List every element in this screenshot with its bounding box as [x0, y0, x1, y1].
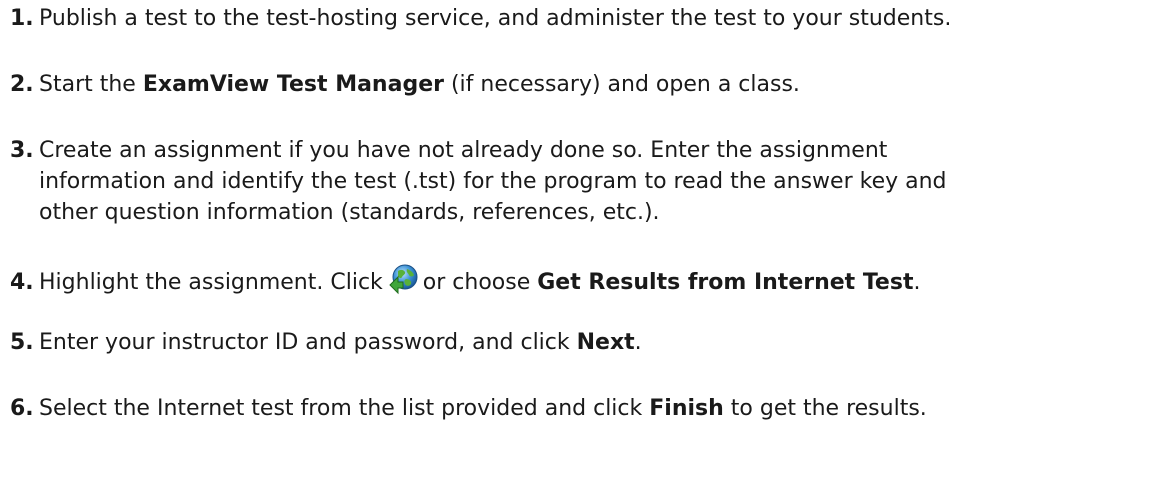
step-text: to get the results. [723, 396, 927, 421]
button-reference: Next [576, 330, 635, 355]
step-line-1: 3. Create an assignment if you have not a… [10, 135, 1155, 166]
step-text: Highlight the assignment. Click [39, 270, 383, 295]
step-line-2: information and identify the test (.tst)… [39, 169, 947, 194]
step-number: 1. [10, 6, 34, 31]
step-number: 5. [10, 330, 34, 355]
step-3: 3. Create an assignment if you have not a… [10, 135, 1155, 228]
menu-command: Get Results from Internet Test [537, 270, 914, 295]
get-internet-results-globe-icon [387, 263, 419, 295]
step-text: Create an assignment if you have not alr… [39, 138, 888, 163]
step-text: (if necessary) and open a class. [443, 72, 800, 97]
step-number: 6. [10, 396, 34, 421]
step-text: Start the [39, 72, 143, 97]
app-name: ExamView Test Manager [142, 72, 444, 97]
step-text: or choose [422, 270, 538, 295]
step-2: 2. Start the ExamView Test Manager (if ne… [10, 69, 1155, 100]
step-number: 2. [10, 72, 34, 97]
step-text: Publish a test to the test-hosting servi… [39, 6, 952, 31]
step-line-3: other question information (standards, r… [39, 200, 660, 225]
step-6: 6. Select the Internet test from the list… [10, 393, 1155, 424]
step-text: Enter your instructor ID and password, a… [39, 330, 577, 355]
step-1: 1. Publish a test to the test-hosting ser… [10, 3, 1155, 34]
step-text: . [634, 330, 642, 355]
step-number: 4. [10, 270, 34, 295]
step-text: Select the Internet test from the list p… [39, 396, 650, 421]
step-number: 3. [10, 138, 34, 163]
button-reference: Finish [649, 396, 724, 421]
step-4: 4. Highlight the assignment. Click or cho… [10, 263, 1155, 298]
step-5: 5. Enter your instructor ID and password,… [10, 327, 1155, 358]
step-text: . [913, 270, 921, 295]
